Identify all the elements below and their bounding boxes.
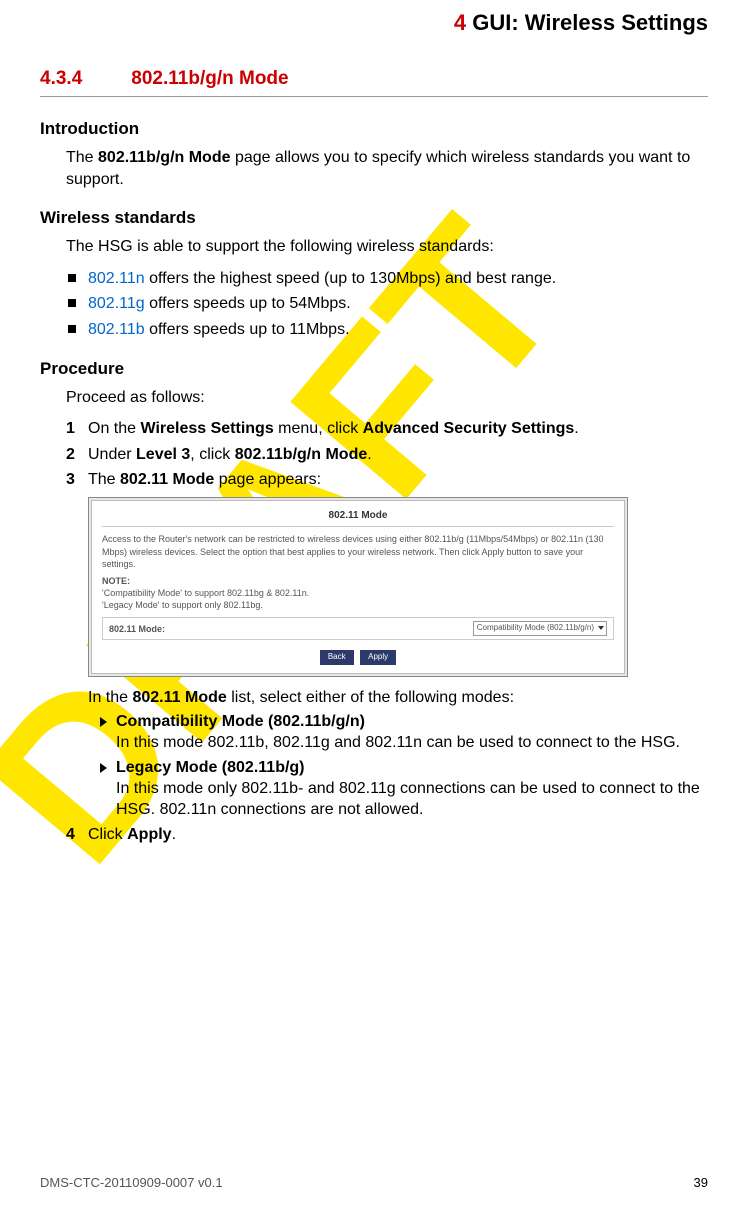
step-4: Click Apply. (66, 824, 708, 846)
standard-rest: offers the highest speed (up to 130Mbps)… (145, 270, 557, 287)
intro-heading: Introduction (40, 119, 708, 139)
mode-title: Legacy Mode (802.11b/g) (116, 759, 305, 776)
t: In the (88, 689, 132, 706)
section-number: 4.3.4 (40, 68, 126, 90)
standard-link: 802.11b (88, 321, 145, 338)
standard-rest: offers speeds up to 11Mbps. (145, 321, 350, 338)
t: 802.11 Mode (120, 471, 214, 488)
mode-title: Compatibility Mode (802.11b/g/n) (116, 713, 365, 730)
procedure-steps: On the Wireless Settings menu, click Adv… (66, 418, 708, 846)
shot-desc: Access to the Router's network can be re… (102, 533, 614, 569)
t: Apply (127, 826, 171, 843)
list-item: 802.11b offers speeds up to 11Mbps. (66, 319, 708, 341)
t: menu, click (274, 420, 363, 437)
doc-id: DMS-CTC-20110909-0007 v0.1 (40, 1175, 223, 1190)
step-3-after: In the 802.11 Mode list, select either o… (88, 687, 708, 709)
standards-heading: Wireless standards (40, 208, 708, 228)
list-item: Compatibility Mode (802.11b/g/n) In this… (100, 712, 708, 754)
step-3: The 802.11 Mode page appears: 802.11 Mod… (66, 469, 708, 820)
mode-list: Compatibility Mode (802.11b/g/n) In this… (100, 712, 708, 820)
t: Under (88, 446, 136, 463)
chapter-title-text: GUI: Wireless Settings (472, 10, 708, 35)
standard-link: 802.11n (88, 270, 145, 287)
t: . (172, 826, 176, 843)
intro-pre: The (66, 149, 98, 166)
standards-list: 802.11n offers the highest speed (up to … (66, 268, 708, 341)
t: . (574, 420, 578, 437)
t: page appears: (214, 471, 321, 488)
t: 802.11 Mode (132, 689, 226, 706)
shot-mode-select[interactable]: Compatibility Mode (802.11b/g/n) (473, 621, 607, 636)
intro-bold: 802.11b/g/n Mode (98, 149, 230, 166)
shot-row-label: 802.11 Mode: (109, 623, 179, 635)
t: list, select either of the following mod… (227, 689, 514, 706)
t: The (88, 471, 120, 488)
list-item: 802.11g offers speeds up to 54Mbps. (66, 293, 708, 315)
section-title-text: 802.11b/g/n Mode (131, 68, 288, 89)
step-2: Under Level 3, click 802.11b/g/n Mode. (66, 444, 708, 466)
t: Wireless Settings (140, 420, 273, 437)
chapter-number: 4 (454, 10, 466, 35)
list-item: 802.11n offers the highest speed (up to … (66, 268, 708, 290)
shot-note2: 'Legacy Mode' to support only 802.11bg. (102, 599, 614, 611)
procedure-heading: Procedure (40, 359, 708, 379)
procedure-lead: Proceed as follows: (66, 387, 708, 409)
t: , click (190, 446, 234, 463)
section-heading: 4.3.4 802.11b/g/n Mode (40, 68, 708, 97)
shot-mode-row: 802.11 Mode: Compatibility Mode (802.11b… (102, 617, 614, 640)
shot-apply-button[interactable]: Apply (360, 650, 396, 665)
t: Click (88, 826, 127, 843)
standards-lead: The HSG is able to support the following… (66, 236, 708, 258)
t: Level 3 (136, 446, 190, 463)
t: . (367, 446, 371, 463)
page-number: 39 (694, 1175, 708, 1190)
shot-back-button[interactable]: Back (320, 650, 354, 665)
intro-text: The 802.11b/g/n Mode page allows you to … (66, 147, 708, 190)
t: Advanced Security Settings (363, 420, 575, 437)
shot-note1: 'Compatibility Mode' to support 802.11bg… (102, 587, 614, 599)
standard-rest: offers speeds up to 54Mbps. (145, 295, 351, 312)
page-footer: DMS-CTC-20110909-0007 v0.1 39 (40, 1175, 708, 1190)
page-header: 4 GUI: Wireless Settings (40, 10, 708, 40)
mode-desc: In this mode 802.11b, 802.11g and 802.11… (116, 734, 680, 751)
embedded-screenshot: 802.11 Mode Access to the Router's netwo… (88, 497, 628, 677)
standard-link: 802.11g (88, 295, 145, 312)
t: On the (88, 420, 140, 437)
t: 802.11b/g/n Mode (235, 446, 367, 463)
shot-note-label: NOTE: (102, 575, 614, 587)
mode-desc: In this mode only 802.11b- and 802.11g c… (116, 780, 700, 818)
shot-title: 802.11 Mode (102, 509, 614, 528)
list-item: Legacy Mode (802.11b/g) In this mode onl… (100, 758, 708, 820)
step-1: On the Wireless Settings menu, click Adv… (66, 418, 708, 440)
